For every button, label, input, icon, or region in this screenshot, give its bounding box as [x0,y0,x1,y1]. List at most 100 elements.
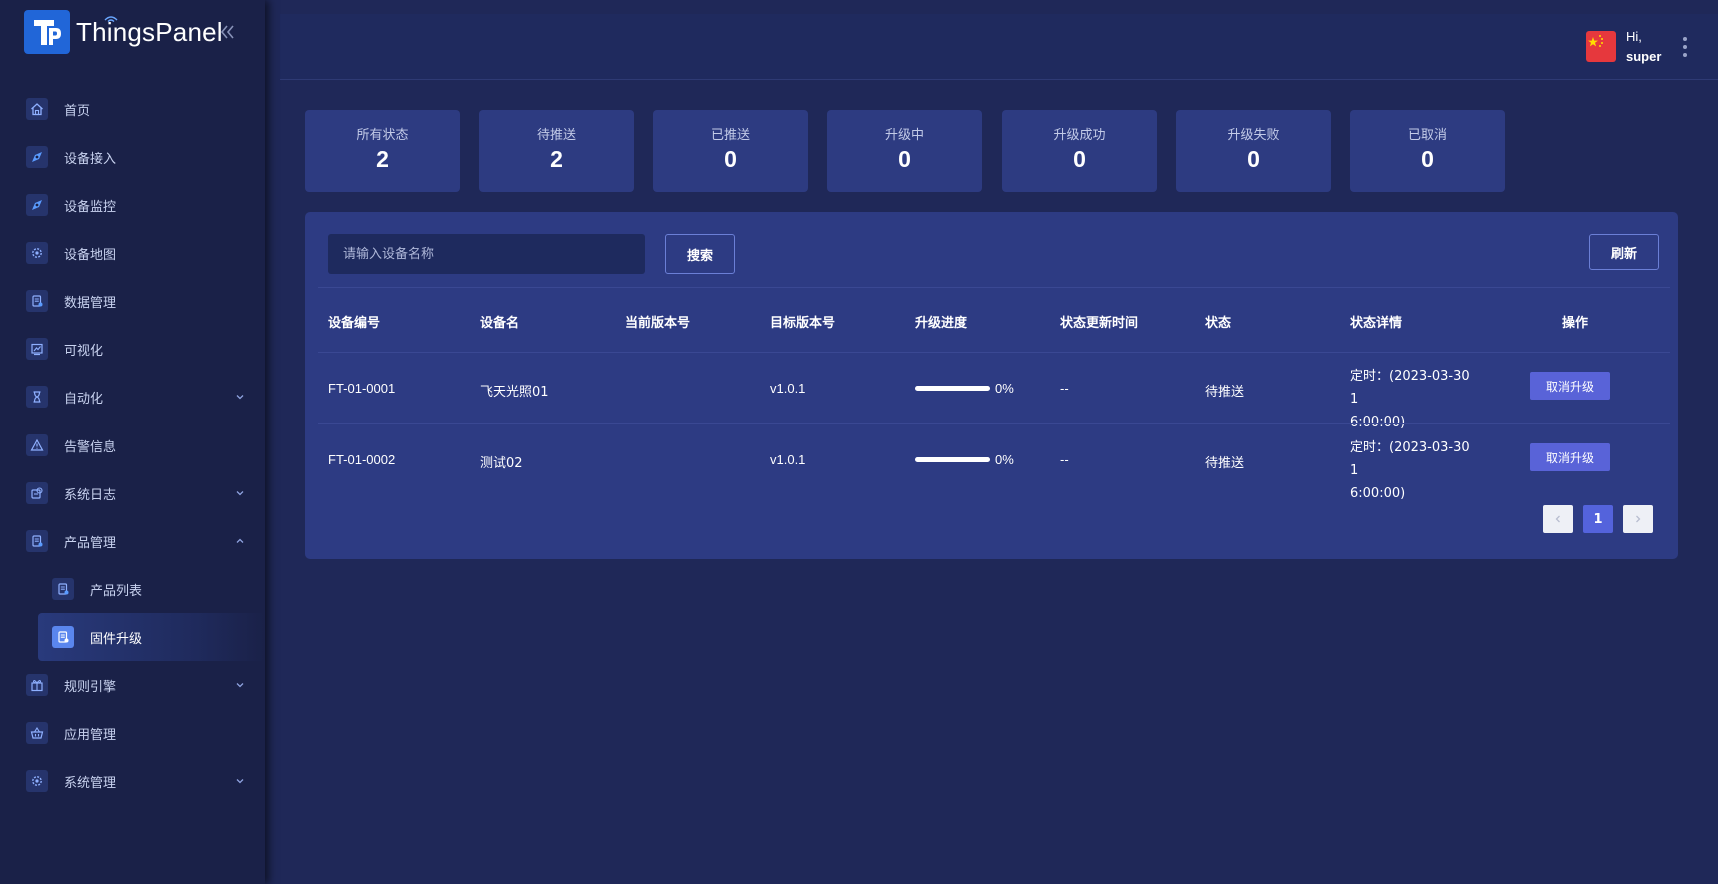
stat-card-pending[interactable]: 待推送 2 [479,110,634,192]
cell-updated-at: -- [1060,452,1069,467]
stat-label: 已取消 [1407,128,1447,143]
sidebar-item-device-access[interactable]: 设备接入 [0,133,265,181]
prev-page-button[interactable] [1543,505,1573,533]
stat-value: 0 [898,146,911,172]
stat-label: 升级失败 [1227,128,1280,143]
more-vertical-icon[interactable] [1680,36,1690,58]
sidebar-item-label: 产品列表 [90,583,143,599]
user-name[interactable]: super [1626,49,1661,64]
search-input[interactable] [328,234,645,274]
chevron-left-icon [1555,515,1560,523]
user-greeting: Hi, [1626,29,1642,44]
stat-card-success[interactable]: 升级成功 0 [1002,110,1157,192]
stat-card-upgrading[interactable]: 升级中 0 [827,110,982,192]
stat-label: 升级中 [884,128,924,143]
device-access-icon [26,146,48,168]
stat-label: 升级成功 [1053,128,1106,143]
clipboard-icon [52,578,74,600]
column-header: 升级进度 [915,316,968,331]
sidebar-item-label: 应用管理 [64,727,117,743]
cell-progress-text: 0% [995,452,1014,467]
sidebar-item-firmware-upgrade[interactable]: 固件升级 [38,613,265,661]
cell-device-id: FT-01-0002 [328,452,396,467]
clipboard-icon [52,626,74,648]
sidebar-item-label: 自动化 [64,391,104,407]
column-header: 当前版本号 [625,316,691,331]
sidebar-item-visualization[interactable]: 可视化 [0,325,265,373]
stat-label: 待推送 [536,128,576,143]
collapse-sidebar-icon[interactable] [218,22,238,42]
stat-value: 0 [1247,146,1260,172]
column-header: 状态 [1205,316,1232,331]
sidebar-item-product-management[interactable]: 产品管理 [0,517,265,565]
search-button[interactable]: 搜索 [665,234,735,274]
status-detail-line: 定时：(2023-03-30 1 [1350,440,1470,478]
chevron-down-icon [236,779,244,784]
sidebar-item-label: 首页 [64,103,91,119]
sidebar-item-device-monitor[interactable]: 设备监控 [0,181,265,229]
settings-icon [26,770,48,792]
stat-value: 2 [550,146,563,172]
sidebar-item-label: 设备地图 [64,247,117,263]
chart-icon [26,338,48,360]
app-name: ThingsPanel [76,17,223,47]
status-detail-line: 6:00:00) [1350,486,1406,501]
stat-card-all[interactable]: 所有状态 2 [305,110,460,192]
warning-icon [26,434,48,456]
china-flag-icon[interactable] [1586,31,1616,62]
divider [318,287,1670,288]
stat-card-failed[interactable]: 升级失败 0 [1176,110,1331,192]
sidebar-item-label: 数据管理 [64,295,117,311]
top-header [280,14,1718,80]
sidebar-item-product-list[interactable]: 产品列表 [0,565,265,613]
cell-status-detail: 定时：(2023-03-30 1 6:00:00) [1350,436,1475,505]
data-clipboard-icon [26,290,48,312]
cell-progress-text: 0% [995,381,1014,396]
stat-value: 0 [1421,146,1434,172]
divider [318,423,1670,424]
log-icon [26,482,48,504]
column-header: 状态更新时间 [1060,316,1139,331]
stat-label: 所有状态 [356,128,409,143]
sidebar-item-alerts[interactable]: 告警信息 [0,421,265,469]
stat-value: 0 [1073,146,1086,172]
cell-device-name: 飞天光照01 [480,385,549,400]
cell-updated-at: -- [1060,381,1069,396]
gift-icon [26,674,48,696]
stat-value: 2 [376,146,389,172]
sidebar-item-label: 规则引擎 [64,679,117,695]
hourglass-icon [26,386,48,408]
sidebar-item-label: 产品管理 [64,535,117,551]
stat-card-cancelled[interactable]: 已取消 0 [1350,110,1505,192]
column-header: 状态详情 [1350,316,1403,331]
column-header: 目标版本号 [770,316,836,331]
cancel-upgrade-button[interactable]: 取消升级 [1530,443,1610,471]
basket-icon [26,722,48,744]
cancel-upgrade-button[interactable]: 取消升级 [1530,372,1610,400]
stat-label: 已推送 [710,128,750,143]
sidebar-item-app-management[interactable]: 应用管理 [0,709,265,757]
firmware-table-card: 搜索 刷新 设备编号 设备名 当前版本号 目标版本号 升级进度 状态更新时间 状… [305,212,1678,559]
sidebar-item-system-log[interactable]: 系统日志 [0,469,265,517]
sidebar-item-rule-engine[interactable]: 规则引擎 [0,661,265,709]
device-monitor-icon [26,194,48,216]
sidebar: ThingsPanel 首页 设备接入 设备监控 设备地图 数据管理 可视化 自… [0,0,265,884]
page-number-button[interactable]: 1 [1583,505,1613,533]
column-header: 设备名 [480,316,520,331]
sidebar-item-system-management[interactable]: 系统管理 [0,757,265,805]
next-page-button[interactable] [1623,505,1653,533]
sidebar-item-label: 系统管理 [64,775,117,791]
home-icon [26,98,48,120]
sidebar-item-label: 系统日志 [64,487,117,503]
refresh-button[interactable]: 刷新 [1589,234,1659,270]
sidebar-item-home[interactable]: 首页 [0,85,265,133]
column-header: 操作 [1562,316,1589,331]
product-clipboard-icon [26,530,48,552]
sidebar-item-data-management[interactable]: 数据管理 [0,277,265,325]
chevron-down-icon [236,395,244,400]
stat-card-pushed[interactable]: 已推送 0 [653,110,808,192]
stat-value: 0 [724,146,737,172]
progress-bar [915,386,990,391]
sidebar-item-device-map[interactable]: 设备地图 [0,229,265,277]
sidebar-item-automation[interactable]: 自动化 [0,373,265,421]
